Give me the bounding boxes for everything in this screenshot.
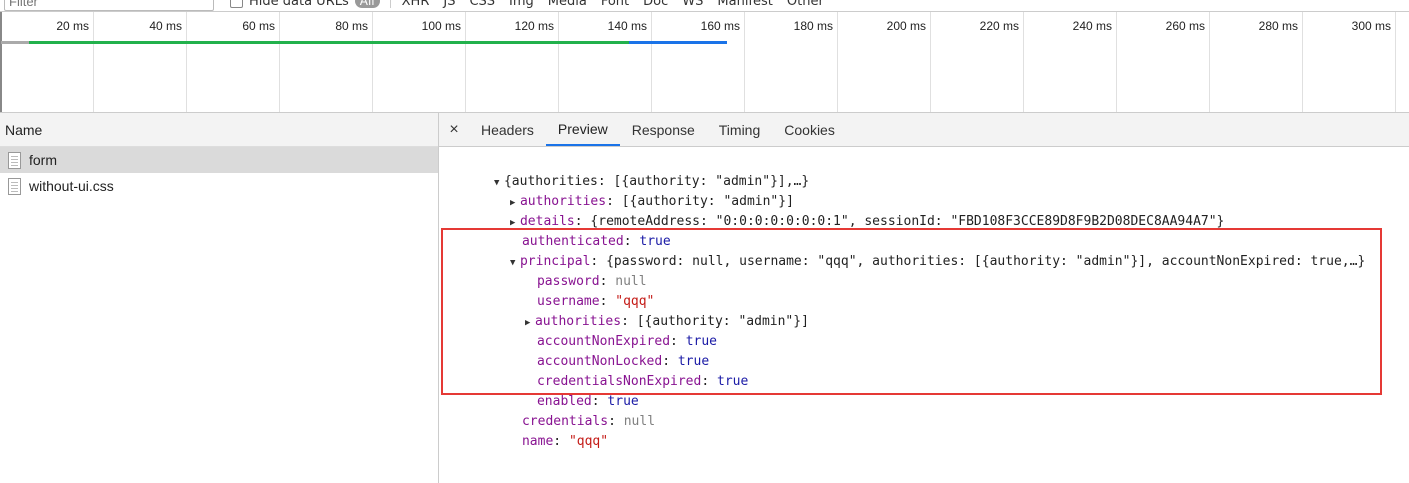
- request-list-panel: Name form without-ui.css: [0, 113, 439, 483]
- timeline-tick-label: 280 ms: [1258, 19, 1298, 33]
- filter-toolbar: Hide data URLs All XHR JS CSS Img Media …: [0, 0, 1409, 12]
- request-name: without-ui.css: [29, 178, 114, 194]
- timeline-gridline: [186, 12, 187, 112]
- filter-xhr-button[interactable]: XHR: [402, 0, 430, 9]
- timeline-waiting-bar: [1, 41, 29, 44]
- timeline-gridline: [1302, 12, 1303, 112]
- timeline-gridline: [837, 12, 838, 112]
- property-value: null: [623, 414, 656, 429]
- timeline-tick-label: 120 ms: [514, 19, 554, 33]
- timeline-gridline: [1395, 12, 1396, 112]
- tab-headers[interactable]: Headers: [469, 113, 546, 146]
- timeline-tick-label: 240 ms: [1072, 19, 1112, 33]
- timeline-gridline: [1116, 12, 1117, 112]
- document-icon: [8, 177, 21, 195]
- timeline-tick-label: 260 ms: [1165, 19, 1205, 33]
- timeline-tick-label: 180 ms: [793, 19, 833, 33]
- timeline-gridline: [1023, 12, 1024, 112]
- tab-response[interactable]: Response: [620, 113, 707, 146]
- request-name: form: [29, 152, 57, 168]
- tab-cookies[interactable]: Cookies: [772, 113, 847, 146]
- tree-row-credentials: credentials: null: [521, 414, 656, 429]
- timeline-tick-label: 200 ms: [886, 19, 926, 33]
- timeline-gridline: [279, 12, 280, 112]
- timeline-gridline: [744, 12, 745, 112]
- timeline-tick-label: 20 ms: [56, 19, 89, 33]
- timeline-tick-label: 140 ms: [607, 19, 647, 33]
- timeline-ttfb-bar: [29, 41, 629, 44]
- timeline-gridline: [1209, 12, 1210, 112]
- timeline-tick-label: 100 ms: [421, 19, 461, 33]
- close-icon[interactable]: ×: [439, 113, 469, 146]
- timeline-tick-label: 40 ms: [149, 19, 182, 33]
- filter-input[interactable]: [4, 0, 214, 11]
- timeline-gridline: [93, 12, 94, 112]
- timeline-tick-label: 60 ms: [242, 19, 275, 33]
- filter-media-button[interactable]: Media: [548, 0, 587, 9]
- property-value: {remoteAddress: "0:0:0:0:0:0:0:1", sessi…: [590, 214, 1225, 229]
- timeline-tick-label: 160 ms: [700, 19, 740, 33]
- tree-row-name: name: "qqq": [521, 434, 609, 449]
- timeline-tick-label: 300 ms: [1351, 19, 1391, 33]
- filter-js-button[interactable]: JS: [443, 0, 455, 9]
- tree-row-details[interactable]: ▶ details: {remoteAddress: "0:0:0:0:0:0:0…: [463, 192, 1224, 229]
- tree-root-row[interactable]: ▼ {authorities: [{authority: "admin"}],…}: [447, 152, 809, 189]
- timeline-gridline: [465, 12, 466, 112]
- timeline-overview[interactable]: 20 ms 40 ms 60 ms 80 ms 100 ms 120 ms 140 ms 16…: [0, 12, 1409, 113]
- filter-other-button[interactable]: Other: [787, 0, 824, 9]
- timeline-gridline: [651, 12, 652, 112]
- document-icon: [8, 151, 21, 169]
- timeline-gridline: [930, 12, 931, 112]
- timeline-gridline: [372, 12, 373, 112]
- timeline-left-handle[interactable]: [0, 12, 2, 112]
- filter-doc-button[interactable]: Doc: [643, 0, 668, 9]
- filter-all-button[interactable]: All: [354, 0, 380, 8]
- timeline-download-bar: [629, 41, 727, 44]
- toolbar-divider: [389, 0, 391, 8]
- request-row-form[interactable]: form: [0, 147, 438, 173]
- tab-timing[interactable]: Timing: [707, 113, 773, 146]
- property-value: "qqq": [568, 434, 609, 449]
- tab-preview[interactable]: Preview: [545, 113, 620, 146]
- detail-tabbar: × Headers Preview Response Timing Cookie…: [439, 113, 1409, 147]
- request-row-without-ui-css[interactable]: without-ui.css: [0, 173, 438, 199]
- name-column-header[interactable]: Name: [0, 113, 438, 147]
- highlight-annotation-box: [441, 228, 1382, 395]
- timeline-tick-label: 220 ms: [979, 19, 1019, 33]
- filter-ws-button[interactable]: WS: [682, 0, 703, 9]
- hide-data-urls-checkbox[interactable]: [230, 0, 243, 8]
- hide-data-urls-label: Hide data URLs: [249, 0, 349, 9]
- filter-font-button[interactable]: Font: [601, 0, 629, 9]
- property-key: name: [521, 434, 554, 449]
- timeline-tick-label: 80 ms: [335, 19, 368, 33]
- filter-manifest-button[interactable]: Manifest: [717, 0, 772, 9]
- name-column-label: Name: [5, 121, 43, 138]
- tree-row-authorities[interactable]: ▶ authorities: [{authority: "admin"}]: [463, 172, 794, 209]
- filter-img-button[interactable]: Img: [509, 0, 534, 9]
- filter-css-button[interactable]: CSS: [469, 0, 495, 9]
- timeline-gridline: [558, 12, 559, 112]
